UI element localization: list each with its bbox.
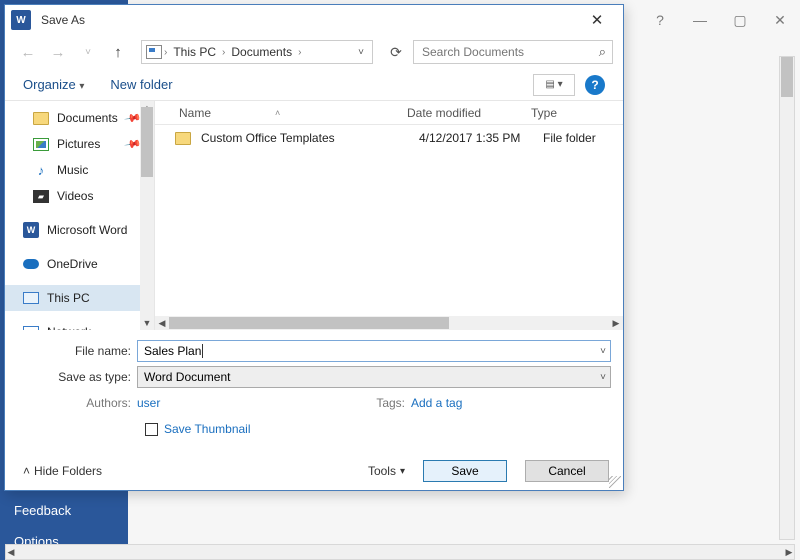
pc-icon <box>23 292 39 304</box>
network-icon <box>23 326 39 330</box>
column-date[interactable]: Date modified <box>407 106 531 120</box>
breadcrumb-root[interactable]: This PC <box>169 45 220 59</box>
list-body: Custom Office Templates 4/12/2017 1:35 P… <box>155 125 623 330</box>
hide-folders-toggle[interactable]: ˄ Hide Folders <box>19 464 102 478</box>
pictures-icon <box>33 138 49 151</box>
save-as-dialog: W Save As ✕ ← → ˅ ↑ › This PC › Document… <box>4 4 624 491</box>
tree-label: Microsoft Word <box>47 223 127 237</box>
tree-label: Music <box>57 163 88 177</box>
word-icon: W <box>23 222 39 238</box>
refresh-button[interactable]: ⟳ <box>383 40 409 64</box>
text-caret <box>202 344 203 358</box>
music-icon: ♪ <box>33 162 49 178</box>
chevron-right-icon: › <box>222 47 225 58</box>
view-mode-button[interactable]: ▤ ▾ <box>533 74 575 96</box>
tools-menu[interactable]: Tools ▾ <box>368 464 405 478</box>
folder-icon <box>175 132 191 145</box>
file-list: Name ˄ Date modified Type Custom Office … <box>155 101 623 330</box>
toolbar: Organize ▾ New folder ▤ ▾ ? <box>5 69 623 101</box>
tags-label: Tags: <box>376 396 411 410</box>
tree-music[interactable]: ♪ Music <box>5 157 154 183</box>
sidebar-feedback[interactable]: Feedback <box>0 495 128 526</box>
tags-value[interactable]: Add a tag <box>411 396 611 410</box>
filename-value: Sales Plan <box>144 344 201 358</box>
tree-videos[interactable]: ▰ Videos <box>5 183 154 209</box>
nav-up[interactable]: ↑ <box>105 40 131 64</box>
search-input[interactable] <box>420 44 580 60</box>
filetype-select[interactable]: Word Document ˅ <box>137 366 611 388</box>
videos-icon: ▰ <box>33 190 49 203</box>
close-button[interactable]: ✕ <box>760 9 800 31</box>
cell-date: 4/12/2017 1:35 PM <box>419 131 543 145</box>
nav-recent-dropdown[interactable]: ˅ <box>75 40 101 64</box>
authors-value[interactable]: user <box>137 396 160 410</box>
list-horizontal-scrollbar[interactable]: ◀▶ <box>155 316 623 330</box>
breadcrumb[interactable]: › This PC › Documents › ˅ <box>141 40 373 64</box>
chevron-up-icon: ˄ <box>23 464 30 478</box>
save-thumbnail-label[interactable]: Save Thumbnail <box>164 422 251 436</box>
cell-type: File folder <box>543 131 596 145</box>
horizontal-scrollbar[interactable]: ◀▶ <box>5 544 795 560</box>
filetype-value: Word Document <box>144 370 230 384</box>
filename-label: File name: <box>17 344 137 358</box>
onedrive-icon <box>23 258 39 270</box>
chevron-right-icon: › <box>298 47 301 58</box>
tree-documents[interactable]: Documents 📌 <box>5 105 154 131</box>
drive-icon <box>146 45 162 59</box>
chevron-down-icon[interactable]: ˅ <box>600 372 606 383</box>
breadcrumb-leaf[interactable]: Documents <box>227 45 296 59</box>
search-icon[interactable]: ⌕ <box>599 44 606 60</box>
table-row[interactable]: Custom Office Templates 4/12/2017 1:35 P… <box>155 125 623 151</box>
column-type[interactable]: Type <box>531 106 623 120</box>
dialog-close-button[interactable]: ✕ <box>577 5 617 35</box>
help-icon[interactable]: ? <box>585 75 605 95</box>
chevron-down-icon[interactable]: ˅ <box>600 346 606 357</box>
vertical-scrollbar[interactable] <box>779 56 795 540</box>
tree-onedrive[interactable]: OneDrive <box>5 251 154 277</box>
tree-label: This PC <box>47 291 90 305</box>
tree-pictures[interactable]: Pictures 📌 <box>5 131 154 157</box>
tree-label: OneDrive <box>47 257 98 271</box>
breadcrumb-dropdown[interactable]: ˅ <box>354 47 368 58</box>
new-folder-button[interactable]: New folder <box>110 77 172 92</box>
nav-row: ← → ˅ ↑ › This PC › Documents › ˅ ⟳ ⌕ <box>5 35 623 69</box>
tree-label: Pictures <box>57 137 100 151</box>
sort-caret-icon: ˄ <box>275 108 280 118</box>
tree-network[interactable]: Network <box>5 319 154 330</box>
nav-forward[interactable]: → <box>45 40 71 64</box>
filename-input[interactable]: Sales Plan ˅ <box>137 340 611 362</box>
folder-icon <box>33 112 49 125</box>
save-button[interactable]: Save <box>423 460 507 482</box>
button-row: ˄ Hide Folders Tools ▾ Save Cancel <box>5 446 623 490</box>
help-button[interactable]: ? <box>640 9 680 31</box>
tree-label: Network <box>47 325 91 330</box>
resize-grip[interactable] <box>609 476 621 488</box>
minimize-button[interactable]: — <box>680 9 720 31</box>
lower-panel: File name: Sales Plan ˅ Save as type: Wo… <box>5 330 623 446</box>
tree-word[interactable]: W Microsoft Word <box>5 217 154 243</box>
tree-label: Documents <box>57 111 118 125</box>
tree-thispc[interactable]: This PC <box>5 285 154 311</box>
column-name[interactable]: Name ˄ <box>155 106 407 120</box>
authors-label: Authors: <box>17 396 137 410</box>
cancel-button[interactable]: Cancel <box>525 460 609 482</box>
word-icon: W <box>11 10 31 30</box>
cell-name: Custom Office Templates <box>201 131 419 145</box>
tree-label: Videos <box>57 189 93 203</box>
maximize-button[interactable]: ▢ <box>720 9 760 31</box>
save-thumbnail-checkbox[interactable] <box>145 423 158 436</box>
list-header: Name ˄ Date modified Type <box>155 101 623 125</box>
dialog-titlebar[interactable]: W Save As ✕ <box>5 5 623 35</box>
organize-menu[interactable]: Organize ▾ <box>23 77 84 92</box>
chevron-right-icon: › <box>164 47 167 58</box>
window-controls: ? — ▢ ✕ <box>640 9 800 31</box>
dialog-title: Save As <box>41 13 577 27</box>
tree-scrollbar[interactable]: ▲ ▼ <box>140 101 154 330</box>
filetype-label: Save as type: <box>17 370 137 384</box>
nav-tree: Documents 📌 Pictures 📌 ♪ Music ▰ Videos <box>5 101 155 330</box>
search-box[interactable]: ⌕ <box>413 40 613 64</box>
nav-back[interactable]: ← <box>15 40 41 64</box>
